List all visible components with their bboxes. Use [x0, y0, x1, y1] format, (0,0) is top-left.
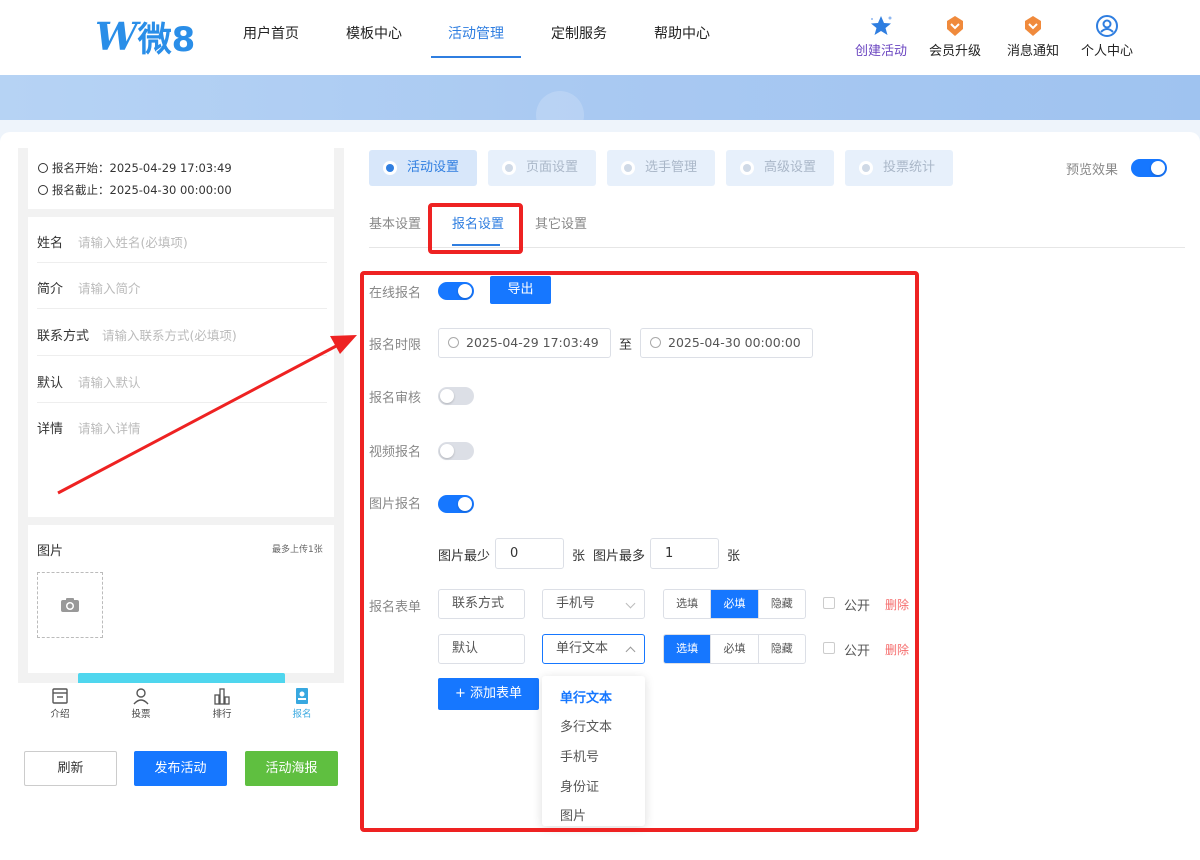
tab-vote-label: 投票: [131, 709, 151, 720]
preview-field-contact[interactable]: 联系方式 请输入联系方式(必填项): [37, 310, 327, 356]
submit-bar[interactable]: [78, 673, 285, 683]
publish-activity-button[interactable]: 发布活动: [134, 751, 227, 786]
signup-end-text: 报名截止：2025-04-30 00:00:00: [38, 182, 232, 198]
annotation-highlight-subtab: [428, 203, 523, 254]
clock-icon: [38, 163, 48, 173]
nav-templates[interactable]: 模板中心: [346, 24, 402, 58]
field-label: 联系方式: [37, 329, 90, 344]
field-placeholder: 请输入详情: [78, 421, 141, 436]
create-activity-button[interactable]: 创建活动: [846, 14, 916, 59]
activity-poster-button[interactable]: 活动海报: [245, 751, 338, 786]
field-placeholder: 请输入默认: [78, 375, 141, 390]
preview-effect-label: 预览效果: [1066, 163, 1119, 178]
tab-label: 选手管理: [645, 160, 698, 175]
heart-icon: [383, 161, 397, 175]
tab-rank-label: 排行: [212, 709, 232, 720]
tab-label: 页面设置: [526, 160, 579, 175]
create-activity-label: 创建活动: [854, 44, 907, 59]
signup-end-value: 报名截止：2025-04-30 00:00:00: [52, 183, 232, 197]
logo-letter: W: [95, 13, 138, 59]
field-label: 详情: [37, 422, 64, 437]
tab-rank[interactable]: 排行: [197, 687, 247, 720]
percent-icon: [740, 161, 754, 175]
signup-time-card: [28, 148, 334, 209]
tab-intro[interactable]: 介绍: [35, 687, 85, 720]
banner-decoration: [536, 91, 584, 120]
tab-page-settings[interactable]: 页面设置: [488, 150, 596, 186]
picture-upload-box[interactable]: [37, 572, 103, 638]
personal-center-label: 个人中心: [1080, 44, 1133, 59]
intro-icon: [52, 688, 68, 704]
notifications-button[interactable]: 消息通知: [998, 14, 1068, 59]
tab-intro-label: 介绍: [50, 709, 70, 720]
header-banner: [0, 75, 1200, 120]
preview-field-name[interactable]: 姓名 请输入姓名(必填项): [37, 217, 327, 263]
person-icon: [621, 161, 635, 175]
brand-logo[interactable]: W 微8: [95, 13, 196, 60]
camera-icon: [61, 598, 79, 612]
preview-field-detail[interactable]: 详情 请输入详情: [37, 403, 327, 449]
picture-limit: 最多上传1张: [272, 545, 323, 555]
bar-chart-icon: [214, 688, 230, 705]
tab-vote-statistics[interactable]: 投票统计: [845, 150, 953, 186]
badge-icon: [947, 16, 963, 36]
nav-activity-management[interactable]: 活动管理: [448, 24, 504, 58]
field-placeholder: 请输入联系方式(必填项): [102, 328, 237, 343]
signup-icon: [296, 688, 308, 704]
picture-title: 图片: [37, 544, 64, 559]
field-label: 姓名: [37, 236, 64, 251]
tab-activity-settings[interactable]: 活动设置: [369, 150, 477, 186]
member-upgrade-button[interactable]: 会员升级: [920, 14, 990, 59]
stats-icon: [859, 161, 873, 175]
user-circle-icon: [1096, 15, 1118, 37]
tab-label: 投票统计: [883, 160, 936, 175]
preview-field-default[interactable]: 默认 请输入默认: [37, 357, 327, 403]
field-label: 简介: [37, 282, 64, 297]
bell-badge-icon: [1025, 16, 1041, 36]
nav-home[interactable]: 用户首页: [243, 24, 299, 58]
tab-vote[interactable]: 投票: [116, 687, 166, 720]
tab-advanced-settings[interactable]: 高级设置: [726, 150, 834, 186]
personal-center-button[interactable]: 个人中心: [1072, 14, 1142, 59]
annotation-highlight-settings: [360, 271, 919, 832]
tab-label: 高级设置: [764, 160, 817, 175]
field-label: 默认: [37, 376, 64, 391]
page-icon: [502, 161, 516, 175]
refresh-button[interactable]: 刷新: [24, 751, 117, 786]
clock-icon: [38, 185, 48, 195]
nav-custom-service[interactable]: 定制服务: [551, 24, 607, 58]
signup-start-text: 报名开始：2025-04-29 17:03:49: [38, 160, 232, 176]
preview-tabbar: 介绍 投票 排行 报名: [18, 683, 344, 725]
field-placeholder: 请输入姓名(必填项): [78, 235, 188, 250]
tab-signup[interactable]: 报名: [277, 687, 327, 720]
subtab-basic[interactable]: 基本设置: [369, 213, 421, 232]
nav-help-center[interactable]: 帮助中心: [654, 24, 710, 58]
field-placeholder: 请输入简介: [78, 281, 141, 296]
tab-contestant-management[interactable]: 选手管理: [607, 150, 715, 186]
nav-active-underline: [431, 56, 521, 58]
subtab-other[interactable]: 其它设置: [535, 213, 587, 232]
tab-label: 活动设置: [407, 160, 460, 175]
signup-start-value: 报名开始：2025-04-29 17:03:49: [52, 161, 232, 175]
person-icon: [133, 688, 149, 705]
member-upgrade-label: 会员升级: [928, 44, 981, 59]
preview-effect-toggle[interactable]: [1131, 159, 1167, 177]
notifications-label: 消息通知: [1006, 44, 1059, 59]
logo-text: 微8: [137, 19, 196, 60]
star-icon: [871, 16, 892, 35]
preview-field-intro[interactable]: 简介 请输入简介: [37, 263, 327, 309]
tab-signup-label: 报名: [292, 709, 312, 720]
top-nav-bar: W 微8 用户首页 模板中心 活动管理 定制服务 帮助中心 创建活动 会员升级 …: [0, 0, 1200, 75]
